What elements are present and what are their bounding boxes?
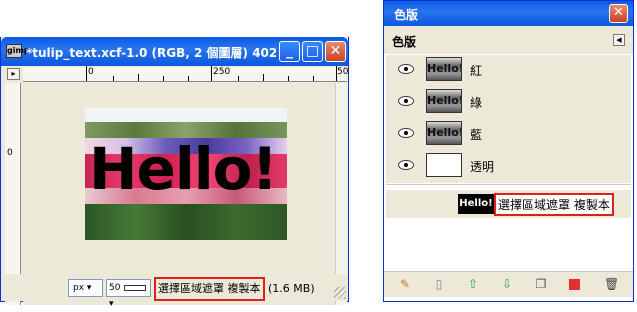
dock-toolbar: ✎ ▯ ⇧ ⇩ ❐ 🗑 bbox=[384, 271, 633, 297]
status-message: 選擇區域遮罩 複製本 (1.6 MB) bbox=[154, 277, 315, 301]
horizontal-ruler[interactable]: 0 250 50 bbox=[23, 66, 349, 82]
channel-thumbnail: Hello! bbox=[426, 57, 462, 81]
ruler-label: 0 bbox=[7, 148, 13, 158]
navigate-corner-button[interactable]: ▸ bbox=[7, 68, 20, 80]
dock-titlebar[interactable]: 色版 ✕ bbox=[384, 1, 633, 26]
edit-icon[interactable]: ✎ bbox=[398, 277, 412, 291]
unit-dropdown[interactable]: px ▾ bbox=[68, 279, 103, 297]
tulip-photo[interactable]: Hello! bbox=[85, 108, 287, 240]
ruler-label: 0 bbox=[88, 67, 94, 77]
selection-mask-row[interactable]: Hello! 選擇區域遮罩 複製本 bbox=[386, 190, 631, 218]
zoom-value: 50 bbox=[109, 283, 121, 293]
channel-list: Hello! 紅 Hello! 綠 Hello! 藍 透明 bbox=[386, 55, 631, 183]
tab-menu-button[interactable]: ◀ bbox=[613, 34, 625, 46]
visibility-eye-icon[interactable] bbox=[398, 160, 414, 170]
chevron-down-icon: ▾ bbox=[86, 283, 92, 293]
channel-name: 紅 bbox=[470, 64, 483, 78]
dock-title: 色版 bbox=[394, 8, 419, 22]
unit-value: px bbox=[73, 283, 85, 293]
custom-channel-list: Hello! 選擇區域遮罩 複製本 bbox=[386, 184, 631, 264]
lower-icon[interactable]: ⇩ bbox=[500, 277, 514, 291]
channel-row-red[interactable]: Hello! 紅 bbox=[386, 55, 631, 85]
channels-dock: 色版 ✕ 色版 ◀ Hello! 紅 Hello! 綠 Hello! 藍 透明 bbox=[383, 0, 634, 302]
status-active-drawable: 選擇區域遮罩 複製本 bbox=[154, 277, 265, 301]
zoom-dropdown[interactable]: 50 ▾ bbox=[106, 279, 151, 309]
hello-text-layer: Hello! bbox=[89, 135, 278, 203]
minimize-button[interactable]: _ bbox=[279, 41, 300, 62]
image-window-titlebar[interactable]: gimp *tulip_text.xcf-1.0 (RGB, 2 個圖層) 40… bbox=[1, 37, 348, 66]
raise-icon[interactable]: ⇧ bbox=[466, 277, 480, 291]
selection-mask-label: 選擇區域遮罩 複製本 bbox=[494, 193, 614, 216]
visibility-eye-icon[interactable] bbox=[398, 128, 414, 138]
channel-name: 綠 bbox=[470, 96, 483, 110]
channel-thumbnail: Hello! bbox=[426, 121, 462, 145]
channel-row-blue[interactable]: Hello! 藍 bbox=[386, 119, 631, 149]
channel-thumbnail: Hello! bbox=[426, 89, 462, 113]
maximize-button[interactable]: □ bbox=[302, 41, 323, 62]
ruler-label: 50 bbox=[337, 67, 349, 77]
image-canvas[interactable]: Hello! bbox=[23, 83, 335, 305]
channel-row-green[interactable]: Hello! 綠 bbox=[386, 87, 631, 117]
delete-icon[interactable]: 🗑 bbox=[604, 277, 619, 291]
dock-tab-header: 色版 ◀ bbox=[384, 26, 633, 54]
image-window-title: *tulip_text.xcf-1.0 (RGB, 2 個圖層) 402x... bbox=[26, 46, 276, 60]
new-icon[interactable]: ▯ bbox=[432, 277, 446, 291]
chevron-down-icon: ▾ bbox=[109, 299, 114, 309]
zoom-scale-icon bbox=[124, 284, 147, 291]
image-window: gimp *tulip_text.xcf-1.0 (RGB, 2 個圖層) 40… bbox=[0, 37, 349, 309]
resize-grip-icon[interactable] bbox=[334, 287, 346, 299]
ruler-label: 250 bbox=[213, 67, 231, 77]
selection-mask-thumbnail: Hello! bbox=[458, 194, 494, 214]
vertical-scrollbar[interactable] bbox=[335, 83, 347, 305]
visibility-eye-icon[interactable] bbox=[398, 96, 414, 106]
status-bar: px ▾ 50 ▾ 選擇區域遮罩 複製本 (1.6 MB) bbox=[1, 274, 348, 309]
channels-heading: 色版 bbox=[392, 35, 417, 49]
dock-close-button[interactable]: ✕ bbox=[609, 4, 628, 23]
duplicate-icon[interactable]: ❐ bbox=[534, 277, 548, 291]
channel-thumbnail bbox=[426, 153, 462, 177]
to-selection-icon[interactable] bbox=[569, 279, 580, 290]
channel-name: 藍 bbox=[470, 128, 483, 142]
close-button[interactable]: ✕ bbox=[325, 41, 346, 62]
channel-row-alpha[interactable]: 透明 bbox=[386, 151, 631, 181]
status-memory-size: (1.6 MB) bbox=[268, 282, 315, 295]
vertical-ruler[interactable]: 0 2 5 0 bbox=[5, 83, 21, 305]
visibility-eye-icon[interactable] bbox=[398, 64, 414, 74]
gimp-app-icon[interactable]: gimp bbox=[6, 44, 30, 58]
channel-name: 透明 bbox=[470, 160, 495, 174]
